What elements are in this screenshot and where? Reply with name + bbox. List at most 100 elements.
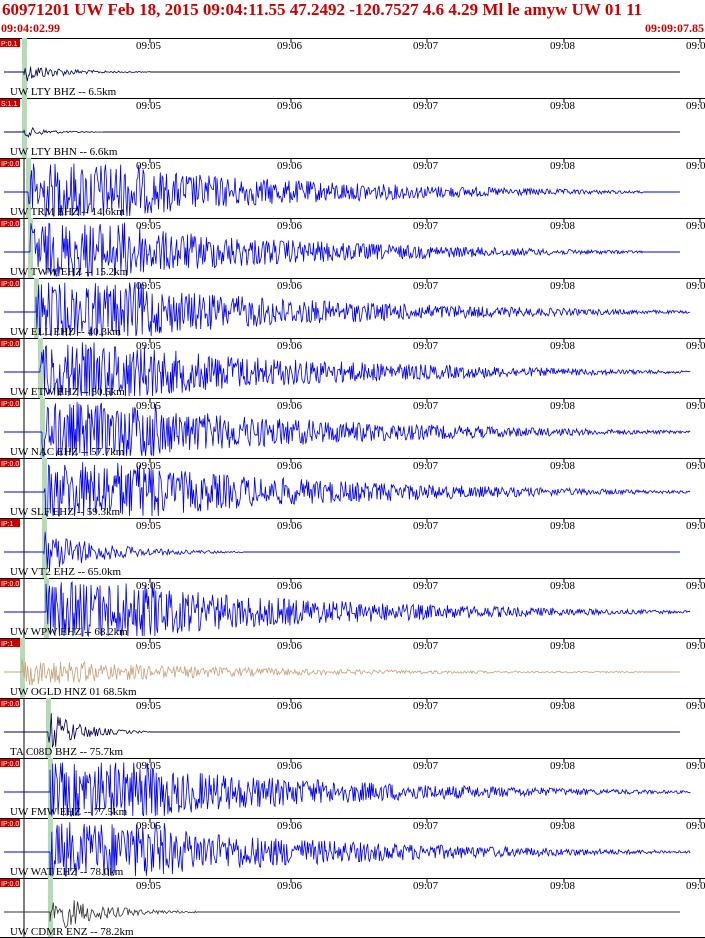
trace-row: 09:0509:0609:0709:0809:09IP:0.0UW FMW EH…: [0, 758, 705, 818]
tick-label: 09:06: [277, 100, 303, 112]
tick-label: 09:08: [550, 220, 576, 232]
pick-label: P:0.1: [1, 41, 17, 48]
pick-label: S:1.1: [1, 101, 17, 108]
trace-row: 09:05 09:06 09:07 09:08 09:09 IP:0.0 TA C08D B…: [0, 698, 705, 758]
station-label: UW VT2 EHZ -- 65.0km: [10, 566, 122, 578]
trace-row: 09:0509:0609:0709:0809:09IP:0.0UW TWW EH…: [0, 218, 705, 278]
tick-label: 09:09: [686, 460, 705, 472]
tick-label: 09:09: [686, 640, 705, 652]
tick-label: 09:08: [550, 580, 576, 592]
tick-label: 09:09: [686, 280, 705, 292]
pick-label: IP:0.0: [1, 221, 19, 228]
pick-label: IP:0.0: [1, 161, 19, 168]
tick-label: 09:05: [136, 40, 162, 52]
pick-label: IP:0.0: [1, 581, 19, 588]
trace-row: 09:05 09:06 09:07 09:08 09:09 IP:1 UW OGLD HNZ…: [0, 638, 705, 698]
tick-label: 09:07: [413, 280, 439, 292]
tick-label: 09:08: [550, 40, 576, 52]
station-label: UW FMW EHZ -- 77.5km: [10, 806, 128, 818]
tick-label: 09:09: [686, 580, 705, 592]
tick-label: 09:09: [686, 340, 705, 352]
pick-label: IP:0.0: [1, 881, 19, 888]
window-end-time: 09:09:07.85: [645, 21, 704, 35]
tick-label: 09:07: [413, 880, 439, 892]
waveform: [39, 342, 691, 398]
pick-label: IP:0.0: [1, 761, 19, 768]
tick-label: 09:06: [277, 40, 303, 52]
station-label: UW NAC EHZ -- 57.7km: [10, 446, 125, 458]
event-title: 60971201 UW Feb 18, 2015 09:04:11.55 47.…: [2, 0, 643, 19]
tick-label: 09:08: [550, 760, 576, 772]
waveform: [49, 900, 198, 929]
station-label: UW LTY BHZ -- 6.5km: [10, 86, 117, 98]
trace-row: 09:05 09:06 09:07 09:08 09:09 IP:0.0 UW WPW EH…: [0, 578, 705, 638]
tick-label: 09:05: [136, 700, 162, 712]
tick-label: 09:06: [277, 280, 303, 292]
tick-label: 09:06: [277, 820, 303, 832]
tick-label: 09:09: [686, 160, 705, 172]
tick-label: 09:08: [550, 520, 576, 532]
tick-label: 09:09: [686, 760, 705, 772]
station-label: UW LTY BHN -- 6.6km: [10, 146, 118, 158]
pick-label: IP:0.0: [1, 701, 19, 708]
tick-label: 09:06: [277, 400, 303, 412]
pick-label: IP:0.0: [1, 281, 19, 288]
tick-label: 09:07: [413, 520, 439, 532]
tick-label: 09:06: [277, 880, 303, 892]
tick-label: 09:06: [277, 700, 303, 712]
trace-row: 09:05 09:06 09:07 09:08 09:09 IP:0.0 UW TRM EH…: [0, 158, 705, 218]
tick-label: 09:09: [686, 400, 705, 412]
tick-label: 09:06: [277, 460, 303, 472]
tick-label: 09:07: [413, 340, 439, 352]
pick-label: IP:0.0: [1, 821, 19, 828]
tick-label: 09:05: [136, 580, 162, 592]
tick-label: 09:06: [277, 520, 303, 532]
tick-label: 09:08: [550, 400, 576, 412]
pick-label: IP:1: [1, 641, 14, 648]
tick-label: 09:05: [136, 640, 162, 652]
trace-row: 09:05 09:06 09:07 09:08 09:09 IP:0.0 UW ELL EH…: [0, 278, 705, 338]
station-label: UW SLF EHZ -- 59.3km: [10, 506, 121, 518]
station-label: UW WAT EHZ -- 78.0km: [10, 866, 124, 878]
station-label: UW TRM EHZ -- 14.6km: [10, 206, 125, 218]
tick-label: 09:06: [277, 640, 303, 652]
tick-label: 09:07: [413, 100, 439, 112]
station-label: UW TWW EHZ -- 15.2km: [10, 266, 129, 278]
station-label: UW OGLD HNZ 01 68.5km: [10, 686, 137, 698]
tick-label: 09:07: [413, 160, 439, 172]
tick-label: 09:09: [686, 100, 705, 112]
tick-label: 09:07: [413, 580, 439, 592]
trace-row: 09:05 09:06 09:07 09:08 09:09 IP:0.0 UW CDMR E…: [0, 878, 705, 938]
tick-label: 09:05: [136, 520, 162, 532]
tick-label: 09:08: [550, 100, 576, 112]
tick-label: 09:09: [686, 40, 705, 52]
waveform: [35, 282, 691, 337]
tick-label: 09:05: [136, 880, 162, 892]
tick-label: 09:08: [550, 640, 576, 652]
tick-label: 09:06: [277, 580, 303, 592]
tick-label: 09:05: [136, 280, 162, 292]
tick-label: 09:05: [136, 340, 162, 352]
tick-label: 09:07: [413, 640, 439, 652]
tick-label: 09:09: [686, 820, 705, 832]
trace-row: 09:05 09:06 09:07 09:08 09:09 IP:0.0 UW ETW EH…: [0, 338, 705, 398]
tick-label: 09:08: [550, 880, 576, 892]
waveform: [21, 659, 644, 686]
tick-label: 09:08: [550, 280, 576, 292]
record-header: 60971201 UW Feb 18, 2015 09:04:11.55 47.…: [0, 0, 705, 38]
waveform: [47, 713, 151, 748]
station-label: UW ELL EHZ -- 40.3km: [10, 326, 121, 338]
station-label: UW ETW EHZ -- 50.5km: [10, 386, 125, 398]
trace-row: 09:05 09:06 09:07 09:08 09:09 IP:0.0 UW NAC EH…: [0, 398, 705, 458]
tick-label: 09:09: [686, 520, 705, 532]
tick-label: 09:06: [277, 160, 303, 172]
trace-row: 09:05 09:06 09:07 09:08 09:09 IP:1 UW VT2 EHZ …: [0, 518, 705, 578]
tick-label: 09:08: [550, 820, 576, 832]
tick-label: 09:07: [413, 220, 439, 232]
station-label: UW WPW EHZ -- 68.2km: [10, 626, 128, 638]
tick-label: 09:06: [277, 760, 303, 772]
station-label: UW CDMR ENZ -- 78.2km: [10, 926, 134, 938]
tick-label: 09:09: [686, 700, 705, 712]
tick-label: 09:06: [277, 220, 303, 232]
trace-row: 09:05 09:06 09:07 09:08 09:09 IP:0.0 UW WAT EH…: [0, 818, 705, 878]
